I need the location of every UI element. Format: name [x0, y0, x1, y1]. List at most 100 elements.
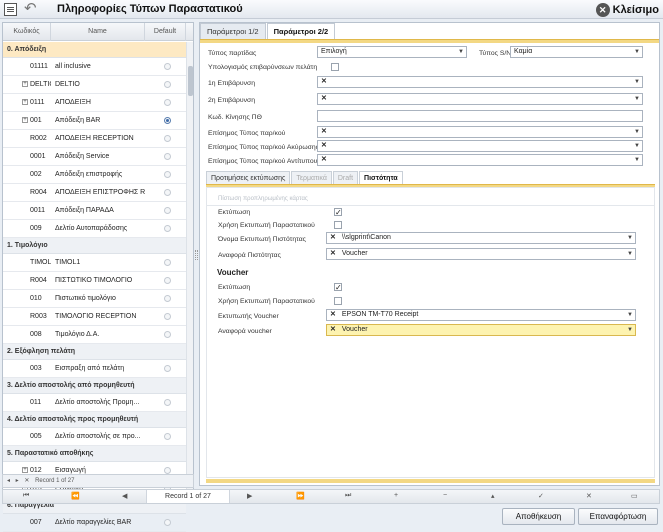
table-row[interactable]: 010 Πιστωτικό τιμολόγιο [3, 290, 186, 308]
default-radio[interactable] [164, 433, 171, 440]
clear-icon[interactable]: ✕ [330, 326, 336, 333]
table-row[interactable]: 007 Δελτίο παραγγελίες BAR [3, 514, 186, 532]
refresh-icon[interactable]: ▭ [631, 492, 638, 500]
grid-scrollbar[interactable] [186, 42, 193, 493]
expand-icon[interactable]: + [22, 81, 28, 87]
tab-terminals[interactable]: Τερματικά [291, 171, 332, 184]
table-row[interactable]: 0011 Απόδειξη ΠΑΡΑΔΑ [3, 202, 186, 220]
previous-record-icon[interactable]: ◀ [122, 492, 127, 500]
voucher-use-printer-checkbox[interactable] [334, 297, 342, 305]
table-row[interactable]: R002 ΑΠΟΔΕΙΞΗ RECEPTION [3, 130, 186, 148]
group-row[interactable]: 3. Δελτίο αποστολής από προμηθευτή [3, 378, 186, 394]
table-row[interactable]: +DELTIODELTIO [3, 76, 186, 94]
group-row[interactable]: 4. Δελτίο αποστολής προς προμηθευτή [3, 412, 186, 428]
also-type-select[interactable]: ✕ ▼ [317, 126, 643, 138]
group-row[interactable]: 0. Απόδειξη [3, 42, 186, 58]
also-type-cancel-select[interactable]: ✕ ▼ [317, 140, 643, 152]
default-radio[interactable] [164, 225, 171, 232]
column-header-code[interactable]: Κωδικός [3, 23, 51, 41]
grid-nav-icons[interactable]: ◂ ▸ ✕ [7, 478, 35, 484]
group-row[interactable]: 1. Τιμολόγιο [3, 238, 186, 254]
save-button[interactable]: Αποθήκευση [502, 508, 575, 525]
default-radio[interactable] [164, 153, 171, 160]
clear-icon[interactable]: ✕ [321, 156, 327, 163]
default-radio[interactable] [164, 117, 171, 124]
table-row[interactable]: 01111 all inclusive [3, 58, 186, 76]
default-radio[interactable] [164, 135, 171, 142]
default-radio[interactable] [164, 519, 171, 526]
last-record-icon[interactable]: ⏭ [345, 492, 351, 500]
column-header-default[interactable]: Default [145, 23, 186, 41]
table-row[interactable]: 0001 Απόδειξη Service [3, 148, 186, 166]
charge1-select[interactable]: ✕ ▼ [317, 76, 643, 88]
default-radio[interactable] [164, 277, 171, 284]
expand-icon[interactable]: + [22, 467, 28, 473]
clear-icon[interactable]: ✕ [330, 311, 336, 318]
voucher-print-checkbox[interactable]: ✓ [334, 283, 342, 292]
next-record-icon[interactable]: ▶ [247, 492, 252, 500]
clear-icon[interactable]: ✕ [321, 95, 327, 102]
clear-icon[interactable]: ✕ [330, 234, 336, 241]
expand-icon[interactable]: + [22, 117, 28, 123]
default-radio[interactable] [164, 81, 171, 88]
customer-charges-checkbox[interactable] [331, 63, 339, 71]
tab-draft[interactable]: Draft [332, 171, 359, 184]
table-row[interactable]: 011 Δελτίο αποστολής Προμη... [3, 394, 186, 412]
credit-printer-select[interactable]: ✕ \\slgprint\Canon ▼ [326, 232, 636, 244]
table-row[interactable]: 005 Δελτίο αποστολής σε προ... [3, 428, 186, 446]
scrollbar-thumb[interactable] [188, 66, 193, 96]
undo-icon[interactable]: ↶ [24, 1, 37, 17]
credit-report-select[interactable]: ✕ Voucher ▼ [326, 248, 636, 260]
reload-button[interactable]: Επαναφόρτωση [578, 508, 658, 525]
charge2-select[interactable]: ✕ ▼ [317, 93, 643, 105]
table-row[interactable]: R004 ΠΙΣΤΩΤΙΚΟ ΤΙΜΟΛΟΓΙΟ [3, 272, 186, 290]
table-row[interactable]: 009 Δελτίο Αυτοπαράδοσης [3, 220, 186, 238]
table-row[interactable]: 008 Τιμολόγιο Δ.Α. [3, 326, 186, 344]
voucher-report-select[interactable]: ✕ Voucher ▼ [326, 324, 636, 336]
credit-print-checkbox[interactable]: ✓ [334, 208, 342, 217]
also-type-reverse-select[interactable]: ✕ ▼ [317, 154, 643, 166]
group-row[interactable]: 5. Παραστατικό αποθήκης [3, 446, 186, 462]
pth-code-input[interactable] [317, 110, 643, 122]
tab-credit[interactable]: Πιστότητα [359, 171, 403, 184]
close-button[interactable]: ✕ Κλείσιμο [595, 1, 659, 18]
cancel-record-icon[interactable]: ✕ [586, 492, 592, 500]
clear-icon[interactable]: ✕ [321, 142, 327, 149]
voucher-printer-select[interactable]: ✕ EPSON TM-T70 Receipt ▼ [326, 309, 636, 321]
table-row[interactable]: +0111 ΑΠΟΔΕΙΞΗ [3, 94, 186, 112]
default-radio[interactable] [164, 207, 171, 214]
clear-icon[interactable]: ✕ [321, 78, 327, 85]
group-row[interactable]: 2. Εξόφληση πελάτη [3, 344, 186, 360]
column-header-name[interactable]: Name [51, 23, 145, 41]
default-radio[interactable] [164, 365, 171, 372]
clear-icon[interactable]: ✕ [321, 128, 327, 135]
add-record-icon[interactable]: + [394, 492, 398, 499]
sn-type-select[interactable]: Καμία ▼ [510, 46, 643, 58]
default-radio[interactable] [164, 331, 171, 338]
tab-print-preferences[interactable]: Προτιμήσεις εκτύπωσης [206, 171, 291, 184]
default-radio[interactable] [164, 399, 171, 406]
table-row[interactable]: R004 ΑΠΟΔΕΙΞΗ ΕΠΙΣΤΡΟΦΗΣ R [3, 184, 186, 202]
save-record-icon[interactable]: ✓ [538, 492, 544, 500]
table-row[interactable]: 002 Απόδειξη επιστροφής [3, 166, 186, 184]
default-radio[interactable] [164, 99, 171, 106]
previous-page-icon[interactable]: ⏪ [71, 492, 80, 500]
default-radio[interactable] [164, 259, 171, 266]
delete-record-icon[interactable]: − [443, 492, 447, 499]
edit-record-icon[interactable]: ▴ [491, 492, 495, 500]
next-page-icon[interactable]: ⏩ [296, 492, 305, 500]
tab-parameters-1[interactable]: Παράμετροι 1/2 [200, 23, 266, 39]
table-row[interactable]: 003 Εισπραξη από πελάτη [3, 360, 186, 378]
party-type-select[interactable]: Επιλογή ▼ [317, 46, 467, 58]
default-radio[interactable] [164, 295, 171, 302]
table-row[interactable]: TIMOL1 TIMOL1 [3, 254, 186, 272]
credit-use-printer-checkbox[interactable] [334, 221, 342, 229]
splitter-grip[interactable] [195, 250, 198, 260]
clear-icon[interactable]: ✕ [330, 250, 336, 257]
default-radio[interactable] [164, 313, 171, 320]
table-row[interactable]: R003 ΤΙΜΟΛΟΓΙΟ RECEPTION [3, 308, 186, 326]
tab-parameters-2[interactable]: Παράμετροι 2/2 [266, 23, 336, 39]
expand-icon[interactable]: + [22, 99, 28, 105]
default-radio[interactable] [164, 189, 171, 196]
table-row[interactable]: +001 Απόδειξη BAR [3, 112, 186, 130]
